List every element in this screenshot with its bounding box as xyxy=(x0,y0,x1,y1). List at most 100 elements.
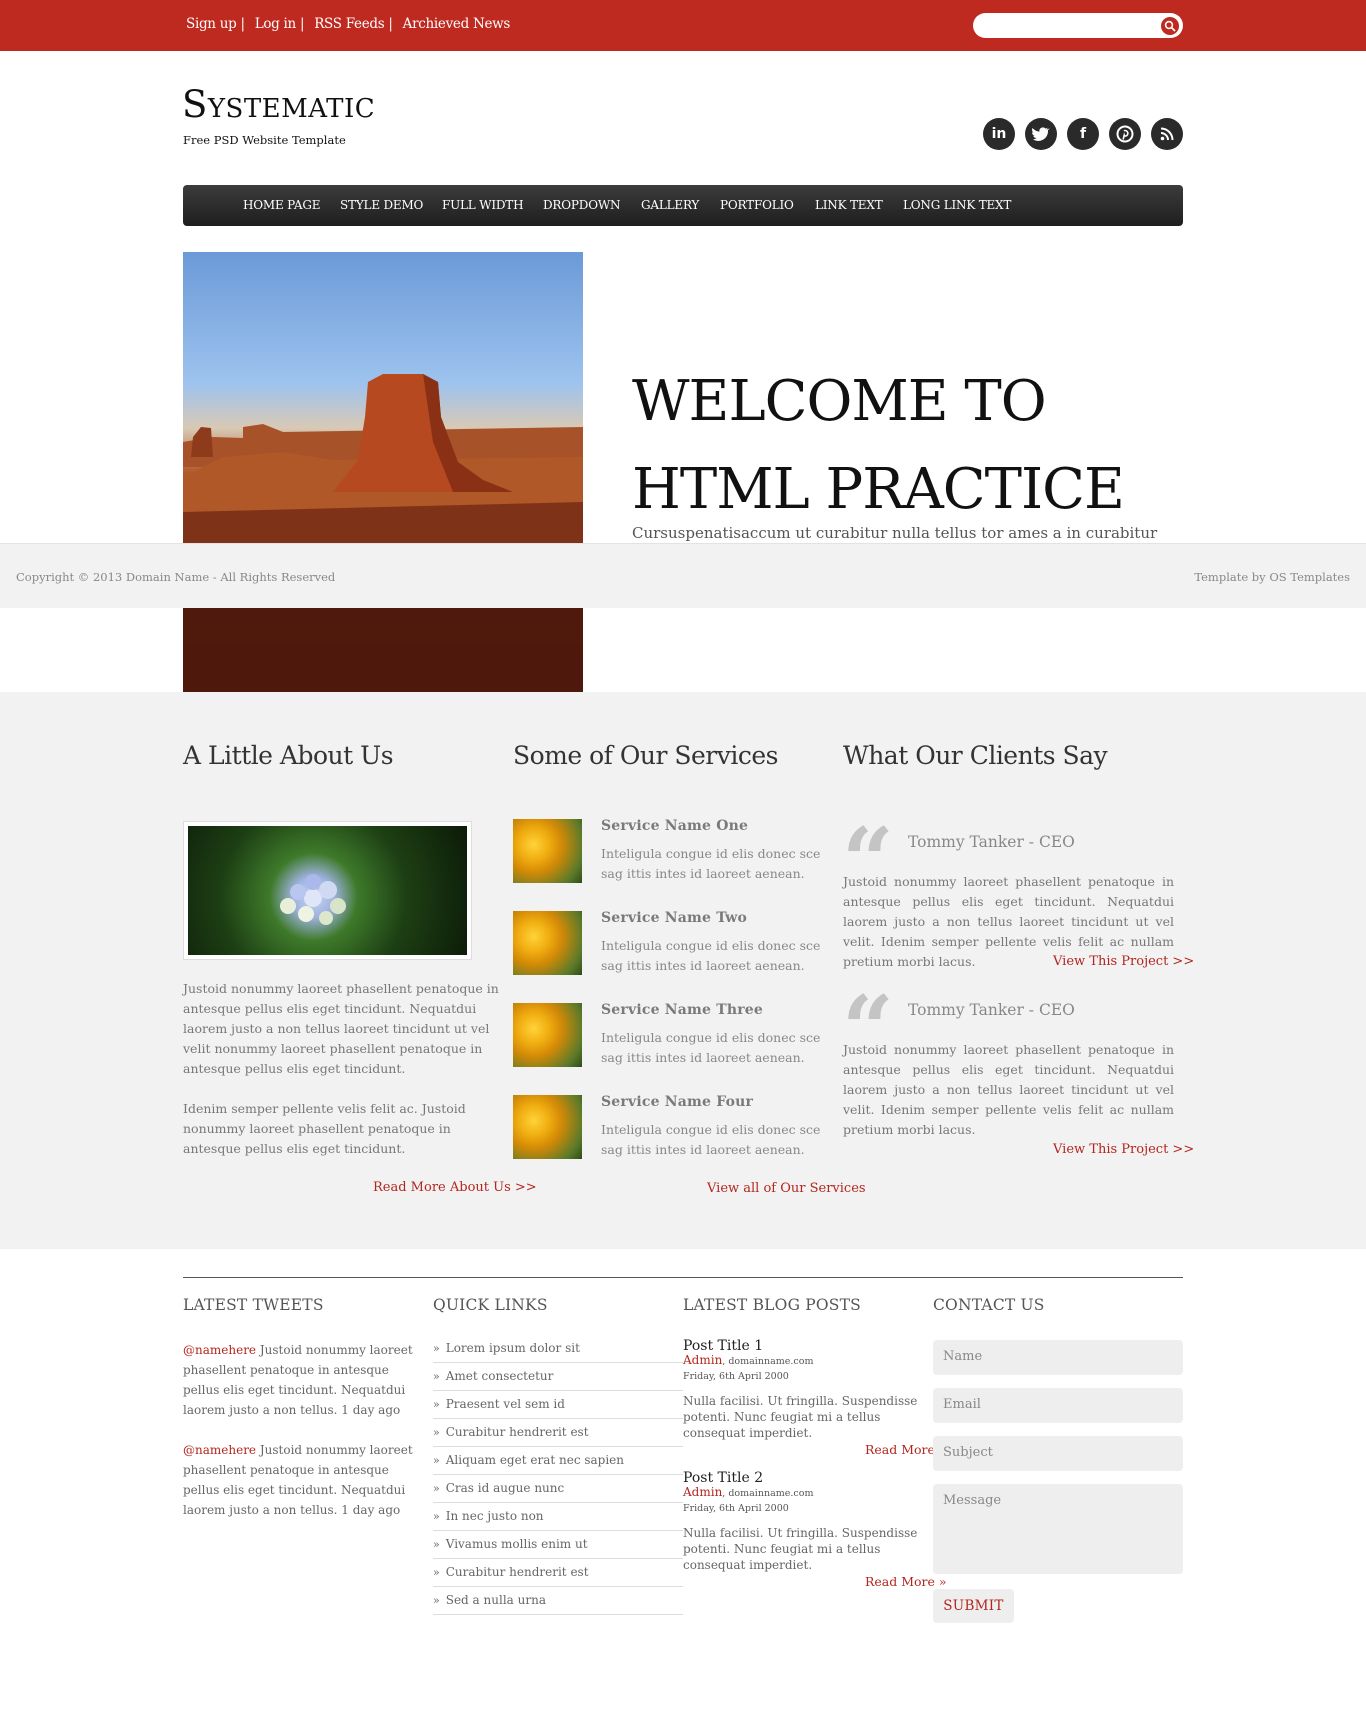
service-3-image xyxy=(513,1003,582,1067)
about-paragraph-2: Idenim semper pellente velis felit ac. J… xyxy=(183,1101,466,1156)
footer-divider xyxy=(183,1277,1183,1278)
archived-news-link[interactable]: Archieved News xyxy=(403,16,511,32)
tweet-handle[interactable]: @namehere xyxy=(183,1443,256,1457)
pinterest-p-icon xyxy=(1116,125,1134,143)
hydrangea-flower-illustration xyxy=(280,874,346,925)
separator: | xyxy=(240,16,245,32)
nav-gallery[interactable]: GALLERY xyxy=(641,198,699,212)
chevron-right-icon: » xyxy=(433,1370,440,1383)
client-1-name: Tommy Tanker - CEO xyxy=(908,833,1075,851)
signup-link[interactable]: Sign up xyxy=(186,16,237,32)
nav-link-text[interactable]: LINK TEXT xyxy=(815,198,883,212)
pinterest-icon[interactable] xyxy=(1109,118,1141,150)
blog-post-date: Friday, 6th April 2000 xyxy=(683,1503,789,1514)
rss-feeds-link[interactable]: RSS Feeds xyxy=(314,16,385,32)
read-more-about-link[interactable]: Read More About Us >> xyxy=(373,1180,537,1195)
quick-link-label: Lorem ipsum dolor sit xyxy=(445,1341,580,1355)
blog-post-domain: , domainname.com xyxy=(722,1356,814,1367)
hero-image xyxy=(183,252,583,692)
chevron-right-icon: » xyxy=(433,1426,440,1439)
blog-author-link[interactable]: Admin xyxy=(683,1485,722,1499)
quick-link-item[interactable]: » Curabitur hendrerit est xyxy=(433,1559,683,1587)
rss-icon[interactable] xyxy=(1151,118,1183,150)
top-bar: Sign up | Log in | RSS Feeds | Archieved Ne… xyxy=(0,0,1366,51)
service-4-image xyxy=(513,1095,582,1159)
copyright-bar: Copyright © 2013 Domain Name - All Right… xyxy=(0,543,1366,608)
quick-link-item[interactable]: » Sed a nulla urna xyxy=(433,1587,683,1615)
blog-post-author: Admin, domainname.com xyxy=(683,1353,813,1367)
blog-author-link[interactable]: Admin xyxy=(683,1353,722,1367)
tweet-handle[interactable]: @namehere xyxy=(183,1343,256,1357)
service-3-name[interactable]: Service Name Three xyxy=(601,1002,763,1018)
search-input[interactable] xyxy=(973,13,1183,38)
quick-link-label: Sed a nulla urna xyxy=(445,1593,546,1607)
service-4-name[interactable]: Service Name Four xyxy=(601,1094,753,1110)
blog-read-more-link[interactable]: Read More » xyxy=(865,1574,947,1589)
tweet-item: @namehere Justoid nonummy laoreet phasel… xyxy=(183,1340,423,1420)
blog-post-domain: , domainname.com xyxy=(722,1488,814,1499)
search-icon xyxy=(1164,20,1176,32)
contact-heading: CONTACT US xyxy=(933,1296,1045,1314)
contact-name-field[interactable]: Name xyxy=(933,1340,1183,1375)
hero-title-line2: HTML PRACTICE xyxy=(632,457,1125,522)
quick-link-item[interactable]: » Cras id augue nunc xyxy=(433,1475,683,1503)
site-tagline: Free PSD Website Template xyxy=(183,133,346,147)
chevron-right-icon: » xyxy=(433,1594,440,1607)
view-all-services-link[interactable]: View all of Our Services xyxy=(707,1181,866,1196)
chevron-right-icon: » xyxy=(433,1342,440,1355)
submit-button[interactable]: SUBMIT xyxy=(933,1589,1014,1623)
nav-dropdown[interactable]: DROPDOWN xyxy=(543,198,620,212)
chevron-right-icon: » xyxy=(433,1510,440,1523)
search-button[interactable] xyxy=(1161,17,1179,35)
view-project-link-2[interactable]: View This Project >> xyxy=(1053,1142,1194,1157)
quick-link-label: Vivamus mollis enim ut xyxy=(445,1537,588,1551)
main-nav: HOME PAGE STYLE DEMO FULL WIDTH DROPDOWN… xyxy=(183,185,1183,226)
service-1-name[interactable]: Service Name One xyxy=(601,818,748,834)
blog-post-title[interactable]: Post Title 1 xyxy=(683,1338,763,1354)
tweet-item: @namehere Justoid nonummy laoreet phasel… xyxy=(183,1440,423,1520)
login-link[interactable]: Log in xyxy=(255,16,297,32)
chevron-right-icon: » xyxy=(433,1538,440,1551)
service-2-name[interactable]: Service Name Two xyxy=(601,910,747,926)
quick-link-item[interactable]: » Vivamus mollis enim ut xyxy=(433,1531,683,1559)
linkedin-icon[interactable]: in xyxy=(983,118,1015,150)
service-3-text: Inteligula congue id elis donec sce sag … xyxy=(601,1030,821,1065)
nav-style-demo[interactable]: STYLE DEMO xyxy=(340,198,423,212)
quick-link-item[interactable]: » Praesent vel sem id xyxy=(433,1391,683,1419)
copyright-text: Copyright © 2013 Domain Name - All Right… xyxy=(16,570,336,584)
site-logo[interactable]: Systematic xyxy=(182,86,375,123)
template-credit[interactable]: Template by OS Templates xyxy=(1194,570,1350,584)
blog-post-title[interactable]: Post Title 2 xyxy=(683,1470,763,1486)
quick-link-label: Praesent vel sem id xyxy=(445,1397,565,1411)
hero-title-line1: WELCOME TO xyxy=(632,369,1047,434)
chevron-right-icon: » xyxy=(433,1454,440,1467)
nav-full-width[interactable]: FULL WIDTH xyxy=(442,198,524,212)
quick-link-item[interactable]: » Lorem ipsum dolor sit xyxy=(433,1335,683,1363)
desert-butte-illustration xyxy=(183,374,583,692)
quick-link-item[interactable]: » In nec justo non xyxy=(433,1503,683,1531)
view-project-link-1[interactable]: View This Project >> xyxy=(1053,954,1194,969)
nav-home-page[interactable]: HOME PAGE xyxy=(243,198,321,212)
service-2-image xyxy=(513,911,582,975)
rss-waves-icon xyxy=(1160,127,1174,141)
quick-link-label: In nec justo non xyxy=(445,1509,544,1523)
contact-subject-field[interactable]: Subject xyxy=(933,1436,1183,1471)
blog-post-excerpt: Nulla facilisi. Ut fringilla. Suspendiss… xyxy=(683,1526,918,1572)
twitter-icon[interactable] xyxy=(1025,118,1057,150)
nav-long-link-text[interactable]: LONG LINK TEXT xyxy=(903,198,1011,212)
facebook-icon[interactable]: f xyxy=(1067,118,1099,150)
quick-link-item[interactable]: » Curabitur hendrerit est xyxy=(433,1419,683,1447)
client-2-testimonial: Justoid nonummy laoreet phasellent penat… xyxy=(843,1042,1174,1137)
about-paragraph-1: Justoid nonummy laoreet phasellent penat… xyxy=(183,981,499,1076)
service-1-image xyxy=(513,819,582,883)
blog-posts-heading: LATEST BLOG POSTS xyxy=(683,1296,861,1314)
contact-message-field[interactable]: Message xyxy=(933,1484,1183,1574)
quick-link-item[interactable]: » Amet consectetur xyxy=(433,1363,683,1391)
quick-link-item[interactable]: » Aliquam eget erat nec sapien xyxy=(433,1447,683,1475)
nav-portfolio[interactable]: PORTFOLIO xyxy=(720,198,794,212)
quick-link-label: Curabitur hendrerit est xyxy=(445,1425,589,1439)
contact-email-field[interactable]: Email xyxy=(933,1388,1183,1423)
client-2-name: Tommy Tanker - CEO xyxy=(908,1001,1075,1019)
chevron-right-icon: » xyxy=(433,1482,440,1495)
about-heading: A Little About Us xyxy=(183,741,394,770)
